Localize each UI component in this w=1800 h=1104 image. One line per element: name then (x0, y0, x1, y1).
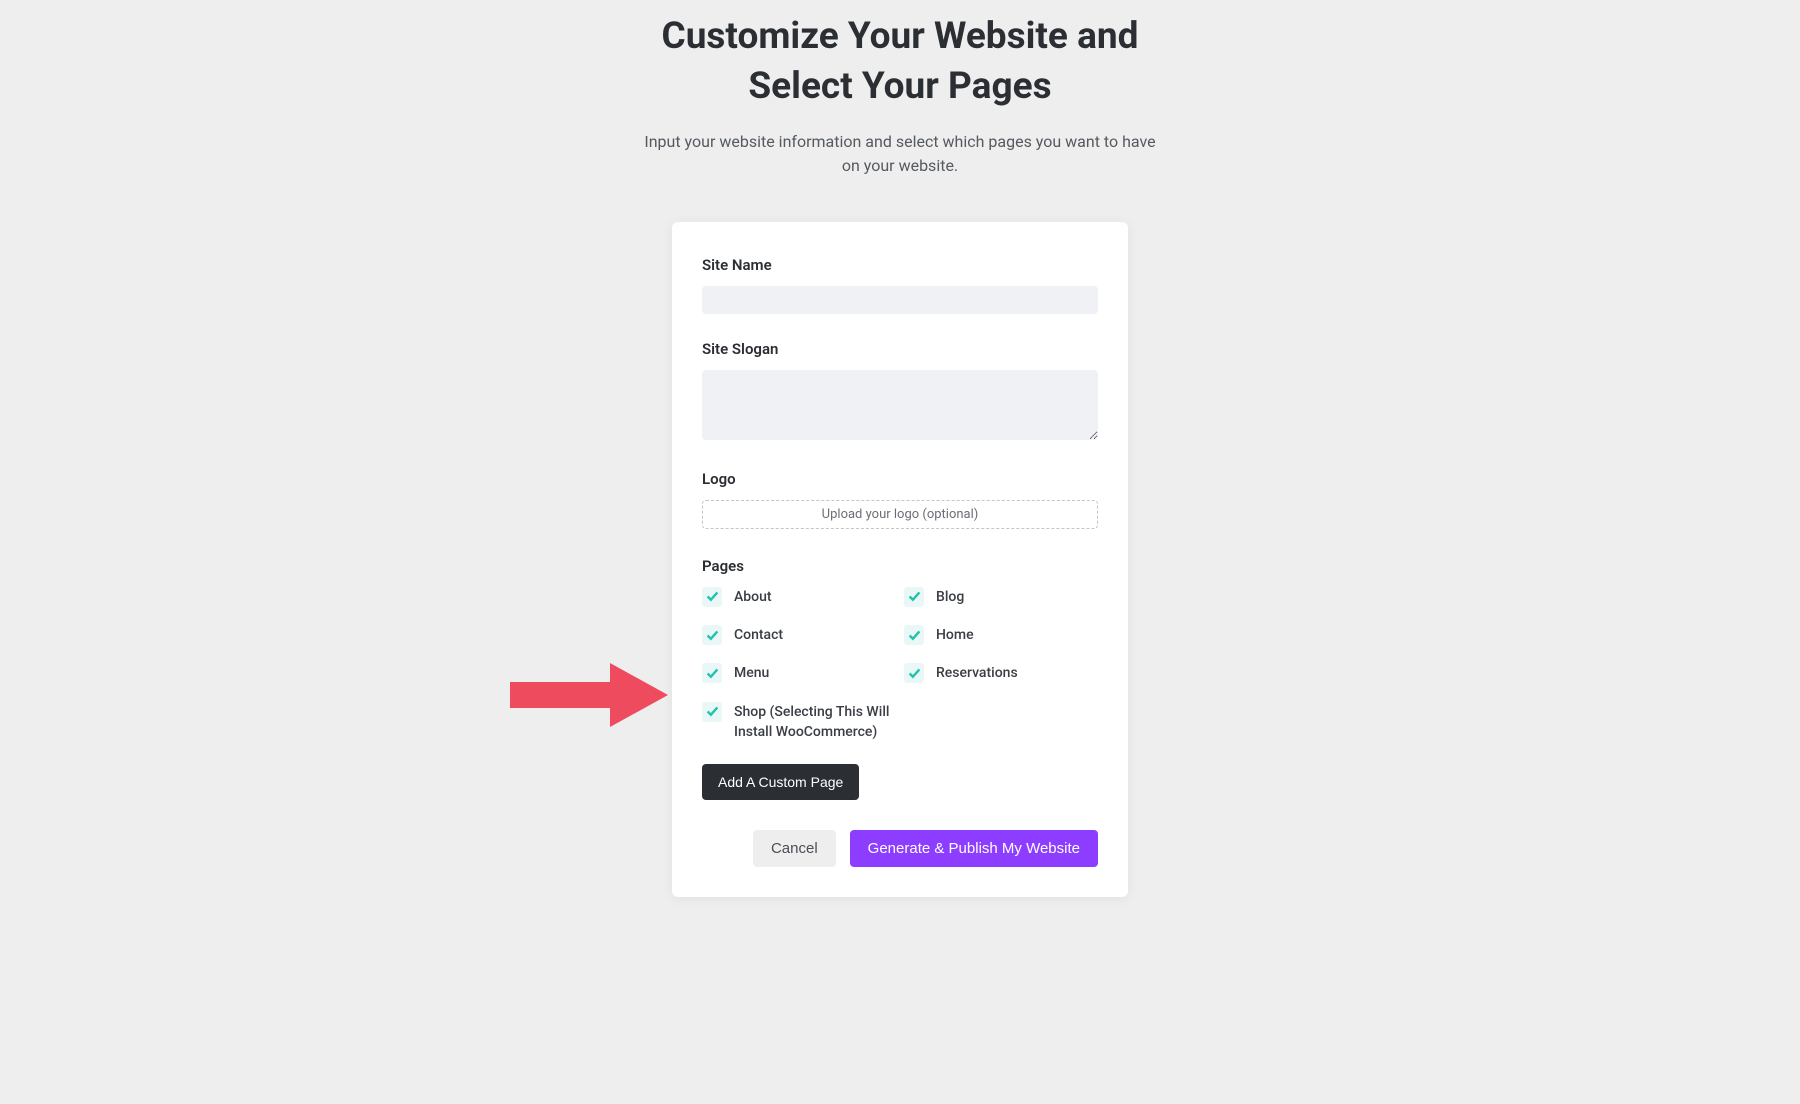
page-item-menu: Menu (702, 663, 896, 683)
check-icon (908, 667, 921, 680)
action-row: Cancel Generate & Publish My Website (702, 830, 1098, 867)
page-title: Customize Your Website and Select Your P… (662, 12, 1139, 112)
page-item-home: Home (904, 625, 1098, 645)
checkbox-shop[interactable] (702, 702, 722, 722)
cancel-button[interactable]: Cancel (753, 830, 836, 867)
site-name-label: Site Name (702, 256, 1098, 274)
checkbox-menu[interactable] (702, 663, 722, 683)
check-icon (706, 705, 719, 718)
page-label-menu: Menu (734, 663, 769, 683)
pages-label: Pages (702, 557, 1098, 575)
arrow-annotation (510, 660, 670, 730)
site-slogan-input[interactable] (702, 370, 1098, 440)
site-name-input[interactable] (702, 286, 1098, 314)
page-label-blog: Blog (936, 587, 964, 607)
checkbox-blog[interactable] (904, 587, 924, 607)
page-label-about: About (734, 587, 772, 607)
check-icon (706, 590, 719, 603)
check-icon (908, 590, 921, 603)
page-item-blog: Blog (904, 587, 1098, 607)
generate-publish-button[interactable]: Generate & Publish My Website (850, 830, 1098, 867)
page-label-contact: Contact (734, 625, 783, 645)
title-line-1: Customize Your Website and (662, 15, 1139, 58)
page-item-shop: Shop (Selecting This Will Install WooCom… (702, 702, 896, 743)
page-item-reservations: Reservations (904, 663, 1098, 683)
checkbox-contact[interactable] (702, 625, 722, 645)
page-item-contact: Contact (702, 625, 896, 645)
logo-label: Logo (702, 470, 1098, 488)
page-label-shop: Shop (Selecting This Will Install WooCom… (734, 702, 896, 743)
check-icon (908, 629, 921, 642)
logo-upload-text: Upload your logo (optional) (822, 507, 979, 522)
site-slogan-label: Site Slogan (702, 340, 1098, 358)
page-subtitle: Input your website information and selec… (640, 130, 1160, 178)
check-icon (706, 629, 719, 642)
page-label-reservations: Reservations (936, 663, 1018, 683)
page-label-home: Home (936, 625, 974, 645)
pages-grid: About Blog Contact (702, 587, 1098, 742)
add-custom-page-button[interactable]: Add A Custom Page (702, 764, 859, 800)
title-line-2: Select Your Pages (748, 65, 1051, 108)
logo-upload-box[interactable]: Upload your logo (optional) (702, 500, 1098, 529)
page-item-about: About (702, 587, 896, 607)
checkbox-about[interactable] (702, 587, 722, 607)
checkbox-home[interactable] (904, 625, 924, 645)
checkbox-reservations[interactable] (904, 663, 924, 683)
customize-form-card: Site Name Site Slogan Logo Upload your l… (672, 222, 1128, 897)
check-icon (706, 667, 719, 680)
